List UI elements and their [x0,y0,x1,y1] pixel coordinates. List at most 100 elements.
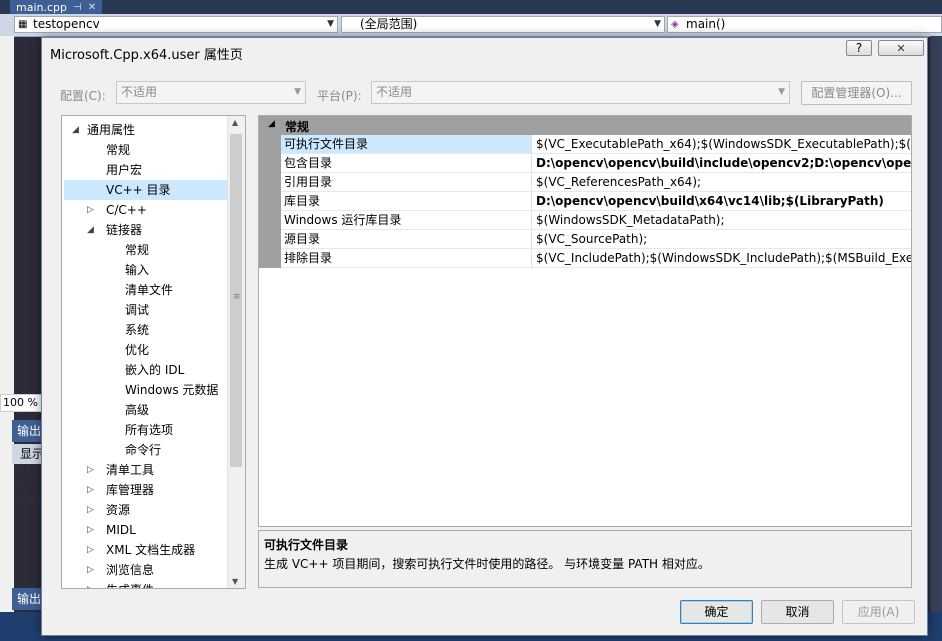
description-title: 可执行文件目录 [264,538,349,552]
scroll-up-icon[interactable]: ▲ [232,118,238,127]
project-icon: ▦ [18,19,28,30]
tree-item-label: 资源 [106,503,131,517]
configuration-select[interactable]: 不适用 ▼ [116,81,306,104]
chevron-down-icon: ▼ [294,87,301,97]
member-combo[interactable]: ◈ main() [667,16,942,33]
grid-gutter [259,135,281,268]
close-icon[interactable]: ✕ [88,1,96,14]
tree-item-label: Windows 元数据 [125,383,219,397]
property-name: 包含目录 [281,154,532,172]
property-value[interactable]: $(VC_SourcePath); [536,230,911,248]
tree-item-label: 嵌入的 IDL [125,363,185,377]
property-name: 可执行文件目录 [281,135,532,153]
grip-icon: ≡ [233,292,241,302]
tree-item-label: 输入 [125,263,150,277]
ide-tab-bar: main.cpp ⊣ ✕ [0,0,942,14]
configuration-label: 配置(C): [60,89,106,103]
project-combo-value: testopencv [33,17,100,31]
project-combo[interactable]: ▦ testopencv ▼ [14,16,338,33]
expand-icon[interactable]: ▷ [87,520,94,540]
tree-item-label: 高级 [125,403,150,417]
output-text: 1> 1> === [20,466,38,505]
description-text: 生成 VC++ 项目期间，搜索可执行文件时使用的路径。 与环境变量 PATH 相… [264,557,710,571]
property-name: 源目录 [281,230,532,248]
property-row[interactable]: 排除目录 $(VC_IncludePath);$(WindowsSDK_Inclu… [281,249,911,268]
tree-item-label: 优化 [125,343,150,357]
close-button[interactable]: ✕ [878,40,924,56]
scope-combo-value: (全局范围) [360,17,418,31]
property-name: 排除目录 [281,249,532,267]
platform-value: 不适用 [376,85,413,99]
tree-item-label: 常规 [125,243,150,257]
expand-icon[interactable]: ▷ [87,580,94,588]
expand-icon[interactable]: ▷ [87,460,94,480]
expand-icon[interactable]: ▷ [87,480,94,500]
property-row[interactable]: 源目录 $(VC_SourcePath); [281,230,911,249]
expand-icon[interactable]: ▷ [87,200,94,220]
property-row[interactable]: 包含目录 D:\opencv\opencv\build\include\openc… [281,154,911,173]
property-value[interactable]: $(WindowsSDK_MetadataPath); [536,211,911,229]
output-line: === [20,493,39,504]
platform-label: 平台(P): [317,89,362,103]
zoom-level[interactable]: 100 % [0,394,44,412]
tree-item-label: 库管理器 [106,483,155,497]
tree-item-label: MIDL [106,523,136,537]
dialog-title: Microsoft.Cpp.x64.user 属性页 [50,48,243,63]
method-icon: ◈ [671,19,679,30]
property-grid: ◢ 常规 可执行文件目录 $(VC_ExecutablePath_x64);$(W… [258,115,912,527]
property-row[interactable]: 引用目录 $(VC_ReferencesPath_x64); [281,173,911,192]
property-row[interactable]: 可执行文件目录 $(VC_ExecutablePath_x64);$(Window… [281,135,911,154]
configuration-value: 不适用 [121,85,158,99]
tree-item-label: 所有选项 [125,423,174,437]
property-value[interactable]: D:\opencv\opencv\build\include\opencv2;D… [536,154,911,172]
ide-navigation-bar: ▦ testopencv ▼ (全局范围) ▼ ◈ main() [0,14,942,37]
configuration-manager-button[interactable]: 配置管理器(O)... [801,81,912,105]
ok-button[interactable]: 确定 [680,600,753,624]
cancel-button[interactable]: 取消 [761,600,834,624]
property-pages-dialog: Microsoft.Cpp.x64.user 属性页 ? ✕ 配置(C): 不适… [41,37,928,636]
property-value[interactable]: $(VC_IncludePath);$(WindowsSDK_IncludePa… [536,249,911,267]
tree-item-label: VC++ 目录 [106,183,171,197]
apply-button[interactable]: 应用(A) [842,600,915,624]
member-combo-value: main() [686,17,726,31]
property-name: 库目录 [281,192,532,210]
tree-item-label: XML 文档生成器 [106,543,196,557]
property-tree: ◢ 通用属性 常规 用户宏 VC++ 目录 ▷ C/C++ ◢ 链接器 常规 输入 清单文件 调试 系统优… [61,115,246,589]
tree-scrollbar[interactable]: ▲ ≡ ▼ [227,116,245,588]
property-row[interactable]: 库目录 D:\opencv\opencv\build\x64\vc14\lib;$… [281,192,911,211]
collapse-icon[interactable]: ◢ [268,119,275,129]
platform-select[interactable]: 不适用 ▼ [371,81,790,104]
tree-item-label: 常规 [106,143,131,157]
tree-item-label: 生成事件 [106,580,154,588]
tab-main-cpp[interactable]: main.cpp ⊣ ✕ [10,0,103,14]
output-line: 1> [20,480,33,491]
expand-icon[interactable]: ▷ [87,560,94,580]
chevron-down-icon: ▼ [654,19,661,29]
tree-item-label: 浏览信息 [106,563,155,577]
tab-label: main.cpp [16,0,67,14]
chevron-down-icon: ▼ [327,19,334,29]
tree-item-label: 清单文件 [125,283,174,297]
ide-right-panel [930,36,942,641]
scroll-down-icon[interactable]: ▼ [232,577,238,586]
description-panel: 可执行文件目录 生成 VC++ 项目期间，搜索可执行文件时使用的路径。 与环境变… [258,530,912,588]
property-value[interactable]: $(VC_ExecutablePath_x64);$(WindowsSDK_Ex… [536,135,911,153]
grid-category-general[interactable]: ◢ 常规 [259,116,911,135]
scope-combo[interactable]: (全局范围) ▼ [341,16,665,33]
expand-icon[interactable]: ▷ [87,540,94,560]
property-value[interactable]: D:\opencv\opencv\build\x64\vc14\lib;$(Li… [536,192,911,210]
editor-margin [0,36,14,641]
pin-icon[interactable]: ⊣ [73,1,82,14]
property-row[interactable]: Windows 运行库目录 $(WindowsSDK_MetadataPath); [281,211,911,230]
tree-item-label: 调试 [125,303,150,317]
chevron-down-icon: ▼ [778,87,785,97]
property-name: 引用目录 [281,173,532,191]
help-button[interactable]: ? [846,40,872,56]
property-value[interactable]: $(VC_ReferencesPath_x64); [536,173,911,191]
tree-item-label: 通用属性 [87,123,136,137]
tree-item-label: 命令行 [125,443,162,457]
tree-item[interactable]: VC++ 目录 [64,180,228,200]
collapse-icon[interactable]: ◢ [87,220,94,240]
collapse-icon[interactable]: ◢ [72,120,79,140]
expand-icon[interactable]: ▷ [87,500,94,520]
